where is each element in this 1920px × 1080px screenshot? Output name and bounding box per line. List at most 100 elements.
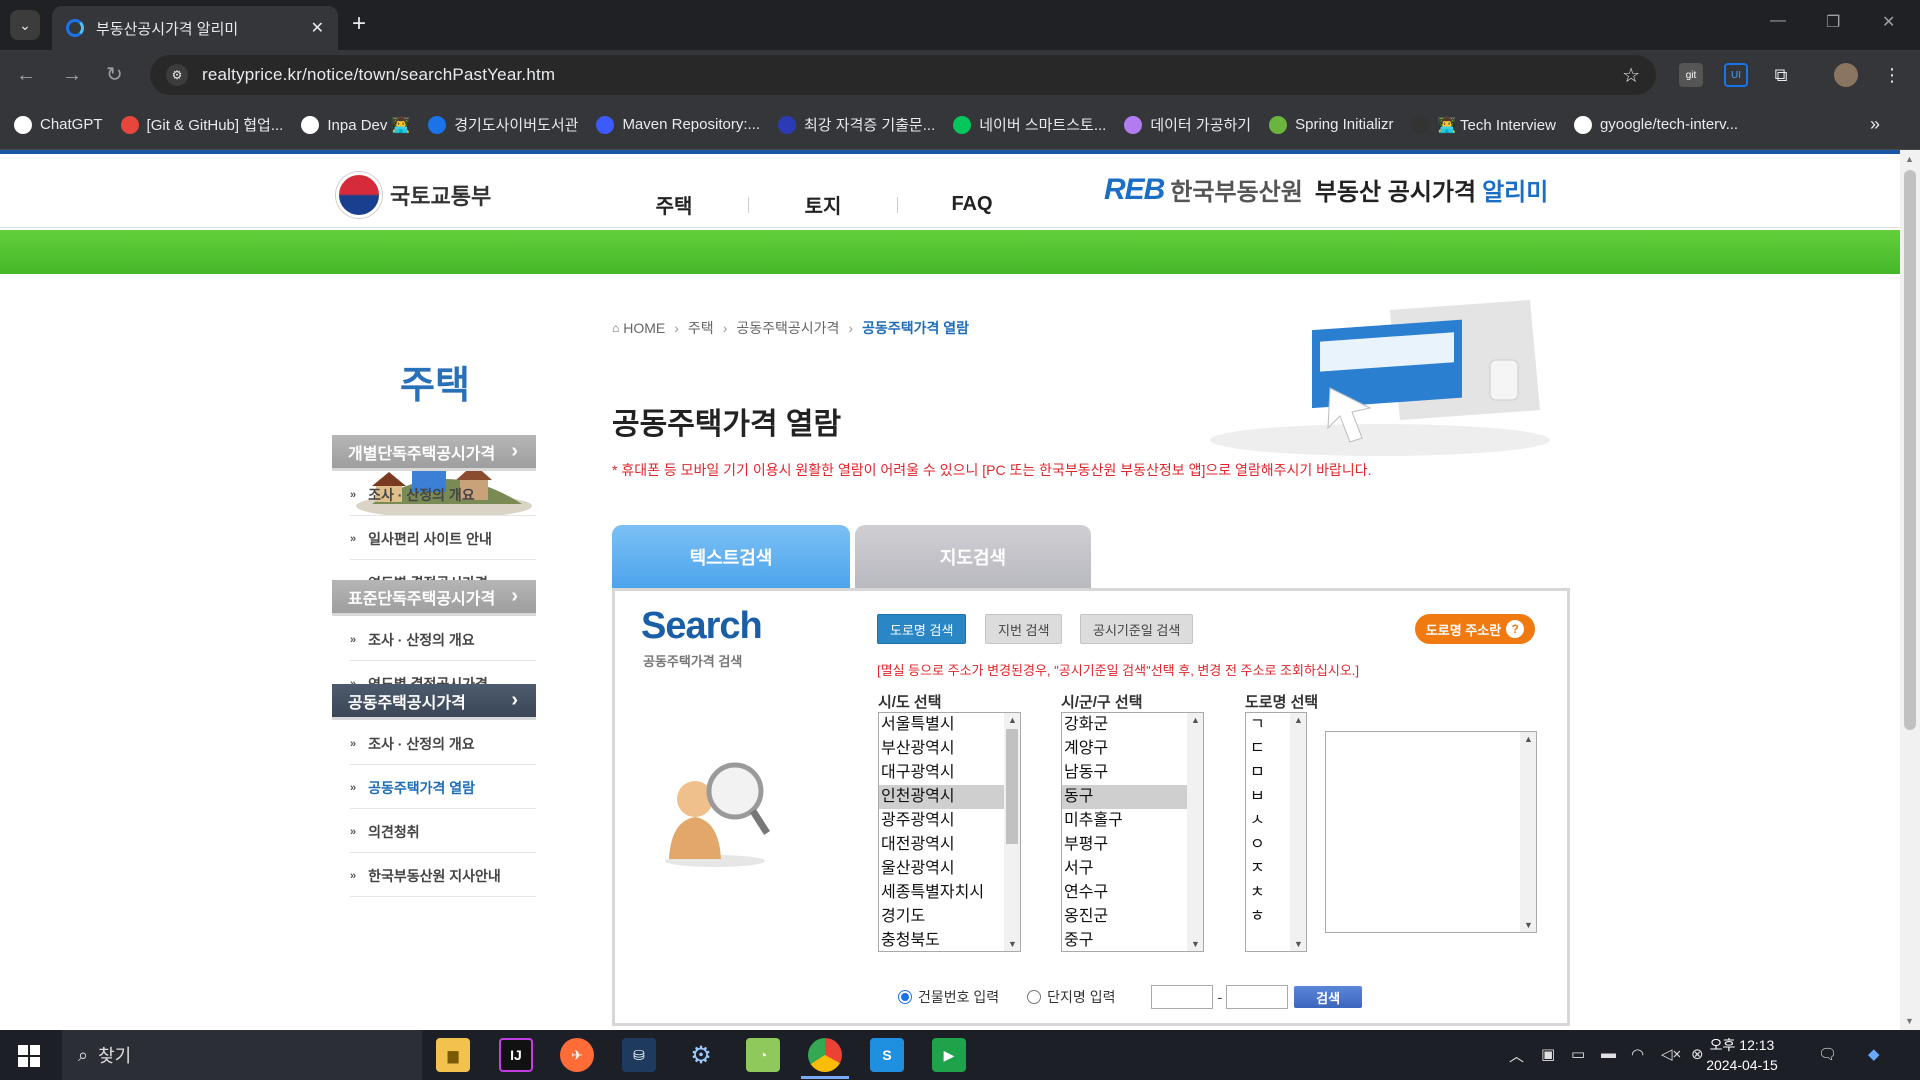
road-name-search-button[interactable]: 도로명 검색 xyxy=(877,614,967,644)
windows-start-icon[interactable] xyxy=(18,1045,40,1067)
extension-git-icon[interactable]: git xyxy=(1679,63,1703,87)
list-option[interactable]: 부산광역시 xyxy=(879,737,1004,761)
list-option[interactable]: 울산광역시 xyxy=(879,857,1004,881)
ministry-logo[interactable]: 국토교통부 xyxy=(336,172,491,218)
profile-avatar[interactable] xyxy=(1834,63,1858,87)
road-name-listbox[interactable]: ▲ ▼ xyxy=(1325,731,1537,933)
wifi-icon[interactable]: ◠ xyxy=(1631,1045,1644,1063)
notes-app-icon[interactable]: ◔ xyxy=(746,1038,780,1072)
bookmark-item[interactable]: [Git & GitHub] 협업... xyxy=(120,114,283,135)
bookmark-item[interactable]: Inpa Dev 👨‍💻 xyxy=(301,115,410,134)
forward-arrow-icon[interactable]: → xyxy=(62,62,82,88)
list-option[interactable]: 중구 xyxy=(1062,929,1187,951)
road-initial-listbox[interactable]: ㄱㄷㅁㅂㅅㅇㅈㅊㅎ ▲ ▼ xyxy=(1245,712,1307,952)
scrollbar[interactable]: ▲ ▼ xyxy=(1187,713,1203,951)
bookmarks-overflow-icon[interactable]: » xyxy=(1870,114,1880,135)
list-option[interactable]: 대구광역시 xyxy=(879,761,1004,785)
copilot-icon[interactable]: ◆ xyxy=(1868,1045,1880,1063)
volume-muted-icon[interactable]: ◁× xyxy=(1661,1045,1681,1063)
search-submit-button[interactable]: 검색 xyxy=(1294,986,1363,1008)
list-option[interactable]: ㅁ xyxy=(1246,761,1290,785)
road-address-help-button[interactable]: 도로명 주소란 ? xyxy=(1415,614,1535,644)
list-option[interactable]: 옹진군 xyxy=(1062,905,1187,929)
list-option[interactable]: 강화군 xyxy=(1062,713,1187,737)
list-option[interactable]: 동구 xyxy=(1062,785,1187,809)
postman-icon[interactable]: ✈ xyxy=(560,1038,594,1072)
bookmark-item[interactable]: 최강 자격증 기출문... xyxy=(778,114,935,135)
list-option[interactable]: ㅎ xyxy=(1246,905,1290,929)
tab-search-button[interactable]: ⌄ xyxy=(10,10,40,40)
breadcrumb-apartment-price[interactable]: 공동주택공시가격 xyxy=(736,318,839,338)
page-scrollbar[interactable]: ▲ ▼ xyxy=(1900,150,1920,1030)
chrome-icon[interactable] xyxy=(808,1038,842,1072)
back-arrow-icon[interactable]: ← xyxy=(16,62,36,88)
taskbar-clock[interactable]: 오후 12:13 2024-04-15 xyxy=(1700,1035,1784,1075)
sido-listbox[interactable]: 서울특별시 부산광역시 대구광역시 인천광역시 광주광역시 대전광역시 울산광역시 세종특별자… xyxy=(878,712,1021,952)
sidebar-group[interactable]: 공동주택공시가격 › xyxy=(332,684,536,720)
radio-building-number[interactable] xyxy=(898,990,912,1004)
scrollbar[interactable]: ▲ ▼ xyxy=(1290,713,1306,951)
list-option[interactable]: 서구 xyxy=(1062,857,1187,881)
gnb-item-housing[interactable]: 주택 xyxy=(600,190,748,219)
sidebar-item[interactable]: » 일사편리 사이트 안내 xyxy=(350,518,536,560)
list-option[interactable]: 남동구 xyxy=(1062,761,1187,785)
tray-display-icon[interactable]: ▭ xyxy=(1571,1045,1585,1063)
restore-icon[interactable]: ❐ xyxy=(1826,12,1840,32)
browser-tab-active[interactable]: 부동산공시가격 알리미 ✕ xyxy=(52,6,338,50)
scrollbar[interactable]: ▲ ▼ xyxy=(1004,713,1020,951)
list-option[interactable]: ㅇ xyxy=(1246,833,1290,857)
bookmark-item[interactable]: 👨‍💻 Tech Interview xyxy=(1411,115,1556,134)
scroll-down-icon[interactable]: ▼ xyxy=(1905,1016,1914,1026)
extensions-puzzle-icon[interactable]: ⧉ xyxy=(1769,63,1793,87)
bookmark-item[interactable]: Spring Initializr xyxy=(1269,115,1393,134)
scrollbar[interactable]: ▲ ▼ xyxy=(1520,732,1536,932)
media-player-icon[interactable]: ▶ xyxy=(932,1038,966,1072)
close-icon[interactable]: ✕ xyxy=(311,18,324,38)
building-sub-number-input[interactable] xyxy=(1226,985,1289,1009)
mysql-workbench-icon[interactable]: ⛁ xyxy=(622,1038,656,1072)
address-bar[interactable]: ⚙ realtyprice.kr/notice/town/searchPastY… xyxy=(150,55,1656,95)
sidebar-item[interactable]: » 조사 · 산정의 개요 xyxy=(350,619,536,661)
tray-chevron-up-icon[interactable]: ︿ xyxy=(1509,1045,1524,1066)
breadcrumb-housing[interactable]: 주택 xyxy=(688,318,714,338)
sourcetree-icon[interactable]: S xyxy=(870,1038,904,1072)
reload-icon[interactable]: ↻ xyxy=(106,62,123,88)
bookmark-item[interactable]: gyoogle/tech-interv... xyxy=(1573,115,1738,134)
bookmark-item[interactable]: ChatGPT xyxy=(14,115,103,134)
list-option[interactable]: ㅈ xyxy=(1246,857,1290,881)
base-date-search-button[interactable]: 공시기준일 검색 xyxy=(1080,614,1194,644)
gnb-item-faq[interactable]: FAQ xyxy=(898,193,1046,216)
list-option[interactable]: 서울특별시 xyxy=(879,713,1004,737)
battery-icon[interactable]: ▬ xyxy=(1601,1045,1616,1062)
sidebar-item[interactable]: » 조사 · 산정의 개요 xyxy=(350,474,536,516)
list-option[interactable]: 충청북도 xyxy=(879,929,1004,951)
tab-map-search[interactable]: 지도검색 xyxy=(855,525,1091,589)
gnb-item-land[interactable]: 토지 xyxy=(749,190,897,219)
list-option[interactable]: 대전광역시 xyxy=(879,833,1004,857)
sigungu-listbox[interactable]: 강화군 계양구 남동구 동구 미추홀구 부평구 서구 연수구 옹진군 중구 ▲ ▼ xyxy=(1061,712,1204,952)
new-tab-plus-icon[interactable]: + xyxy=(352,12,366,36)
scroll-up-icon[interactable]: ▲ xyxy=(1905,154,1914,164)
extension-ui-icon[interactable]: UI xyxy=(1724,63,1748,87)
sidebar-group[interactable]: 표준단독주택공시가격 › xyxy=(332,580,536,616)
list-option[interactable]: ㄷ xyxy=(1246,737,1290,761)
site-info-icon[interactable]: ⚙ xyxy=(166,64,188,86)
bookmark-item[interactable]: 데이터 가공하기 xyxy=(1124,114,1251,135)
intellij-icon[interactable]: IJ xyxy=(499,1038,533,1072)
settings-gear-icon[interactable]: ⚙ xyxy=(684,1038,718,1072)
sidebar-group[interactable]: 개별단독주택공시가격 › xyxy=(332,435,536,471)
list-option[interactable]: 부평구 xyxy=(1062,833,1187,857)
list-option[interactable]: 경기도 xyxy=(879,905,1004,929)
file-explorer-icon[interactable]: ▆ xyxy=(436,1038,470,1072)
window-close-icon[interactable]: ✕ xyxy=(1882,12,1895,32)
tab-text-search[interactable]: 텍스트검색 xyxy=(612,525,850,589)
list-option[interactable]: 미추홀구 xyxy=(1062,809,1187,833)
radio-complex-name[interactable] xyxy=(1027,990,1042,1004)
list-option[interactable]: 계양구 xyxy=(1062,737,1187,761)
taskbar-search[interactable]: ⌕ 찾기 xyxy=(62,1030,422,1080)
list-option[interactable]: ㄱ xyxy=(1246,713,1290,737)
reb-logo[interactable]: REB 한국부동산원 부동산 공시가격 알리미 xyxy=(1104,172,1548,207)
kebab-menu-icon[interactable]: ⋮ xyxy=(1880,63,1904,87)
list-option[interactable]: 세종특별자치시 xyxy=(879,881,1004,905)
list-option[interactable]: 인천광역시 xyxy=(879,785,1004,809)
